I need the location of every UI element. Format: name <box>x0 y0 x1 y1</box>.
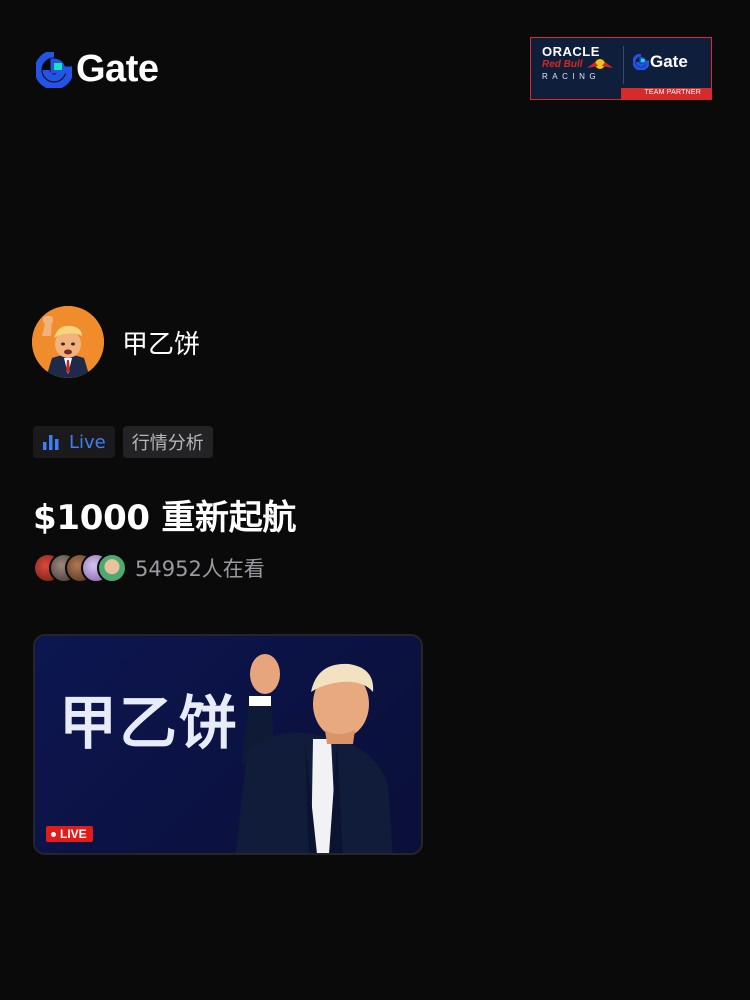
team-partner-strip: TEAM PARTNER <box>621 88 711 99</box>
red-bull-icon <box>587 59 613 69</box>
stream-tags: Live 行情分析 <box>33 426 213 458</box>
avatar[interactable] <box>32 306 104 378</box>
gate-logo-icon <box>36 51 72 88</box>
topic-tag-label: 行情分析 <box>131 433 204 454</box>
partner-oracle-text: ORACLE <box>542 44 600 59</box>
partner-banner[interactable]: ORACLE Red Bull RACING Gate TEAM PARTNER <box>530 37 712 100</box>
partner-gate-logo: Gate <box>633 52 688 72</box>
partner-racing-text: RACING <box>542 72 601 81</box>
gate-logo[interactable]: Gate <box>36 48 159 91</box>
stream-title: $1000 重新起航 <box>33 498 297 538</box>
live-badge-text: LIVE <box>60 827 87 841</box>
viewer-avatars <box>33 553 127 583</box>
cover-overlay-text: 甲乙饼 <box>59 689 240 757</box>
speaker-figure-image <box>235 654 393 853</box>
partner-redbull-text: Red Bull <box>542 59 583 70</box>
viewer-avatar <box>97 553 127 583</box>
viewer-count-text: 54952人在看 <box>135 557 265 581</box>
gate-logo-text: Gate <box>76 48 159 90</box>
bar-chart-icon <box>43 435 59 450</box>
partner-divider <box>623 46 624 84</box>
live-badge: LIVE <box>46 826 93 842</box>
partner-gate-text: Gate <box>650 52 688 71</box>
streamer-name[interactable]: 甲乙饼 <box>122 324 200 361</box>
team-partner-text: TEAM PARTNER <box>644 89 701 96</box>
live-dot-icon <box>51 831 56 837</box>
streamer-info[interactable]: 甲乙饼 <box>32 306 200 378</box>
topic-tag[interactable]: 行情分析 <box>122 426 213 458</box>
gate-logo-icon <box>633 54 649 70</box>
live-tag[interactable]: Live <box>33 426 115 458</box>
live-tag-label: Live <box>69 431 106 453</box>
cartoon-portrait-icon <box>32 306 104 378</box>
stream-cover[interactable]: 甲乙饼 LIVE <box>33 634 423 855</box>
viewer-count: 54952人在看 <box>33 553 265 583</box>
